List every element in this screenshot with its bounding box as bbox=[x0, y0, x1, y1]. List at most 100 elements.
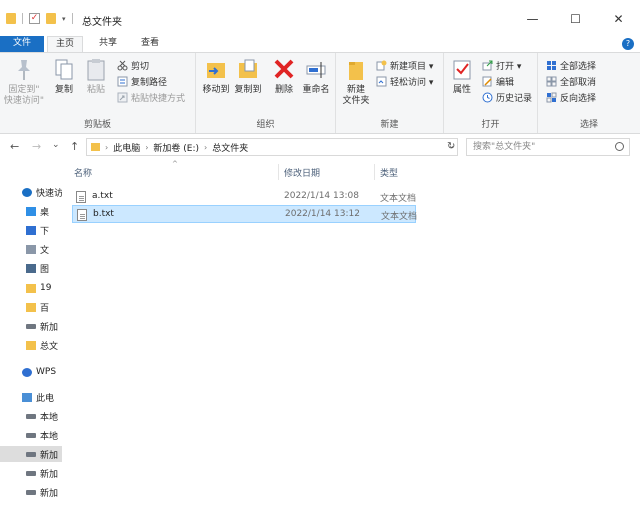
recent-locations-button[interactable]: ⌄ bbox=[52, 140, 60, 150]
pin-to-quick-access-button[interactable]: 固定到" 快速访问" bbox=[2, 57, 46, 107]
help-icon[interactable]: ? bbox=[622, 38, 634, 50]
maximize-button[interactable]: ☐ bbox=[554, 6, 597, 32]
nav-item[interactable]: 新加 bbox=[0, 465, 62, 481]
invert-selection-button[interactable]: 反向选择 bbox=[546, 90, 596, 104]
refresh-button[interactable]: ↻ bbox=[447, 141, 455, 152]
picture-icon bbox=[26, 263, 36, 273]
nav-item[interactable]: 新加 bbox=[0, 446, 62, 462]
nav-item[interactable]: 图 bbox=[0, 260, 62, 276]
nav-item[interactable]: 新加 bbox=[0, 318, 62, 334]
breadcrumb-drive-e[interactable]: 新加卷 (E:) bbox=[153, 141, 199, 154]
nav-item[interactable]: 百 bbox=[0, 299, 62, 315]
copy-icon bbox=[55, 59, 73, 80]
file-row[interactable]: a.txt 2022/1/14 13:08 文本文档 bbox=[72, 188, 416, 206]
scissors-icon bbox=[117, 60, 128, 70]
tab-share[interactable]: 共享 bbox=[90, 36, 126, 52]
drive-icon bbox=[26, 432, 36, 438]
column-separator[interactable] bbox=[374, 164, 375, 180]
window-controls: — ☐ ✕ bbox=[511, 6, 640, 32]
select-none-button[interactable]: 全部取消 bbox=[546, 74, 596, 88]
select-none-icon bbox=[546, 76, 557, 86]
properties-quick-icon[interactable]: ✓ bbox=[29, 13, 40, 24]
tab-home[interactable]: 主页 bbox=[47, 36, 83, 52]
select-all-icon bbox=[547, 60, 556, 70]
forward-button[interactable]: → bbox=[32, 140, 41, 153]
breadcrumb-folder[interactable]: 总文件夹 bbox=[212, 141, 248, 154]
nav-item-label: 下 bbox=[40, 226, 50, 237]
move-to-label: 移动到 bbox=[202, 85, 230, 95]
nav-item[interactable]: 桌 bbox=[0, 203, 62, 219]
nav-item-label: 桌 bbox=[40, 207, 50, 218]
search-input[interactable]: 搜索"总文件夹" bbox=[466, 138, 630, 156]
minimize-button[interactable]: — bbox=[511, 6, 554, 32]
nav-item[interactable]: 新加 bbox=[0, 484, 62, 500]
paste-shortcut-button[interactable]: 粘贴快捷方式 bbox=[117, 90, 185, 104]
edit-button[interactable]: 编辑 bbox=[482, 74, 514, 88]
copy-button[interactable]: 复制 bbox=[46, 57, 82, 96]
breadcrumb-this-pc[interactable]: 此电脑 bbox=[113, 141, 140, 154]
properties-button[interactable]: 属性 bbox=[444, 57, 480, 96]
copy-to-button[interactable]: 复制到 bbox=[230, 57, 266, 96]
rename-button[interactable]: 重命名 bbox=[298, 57, 334, 96]
file-date: 2022/1/14 13:08 bbox=[284, 191, 359, 201]
chevron-right-icon: › bbox=[145, 142, 149, 152]
chevron-right-icon: › bbox=[105, 142, 109, 152]
nav-item[interactable]: 快速访 bbox=[0, 184, 62, 200]
nav-item[interactable]: 本地 bbox=[0, 408, 62, 424]
file-name: a.txt bbox=[92, 191, 113, 201]
invert-selection-label: 反向选择 bbox=[560, 93, 597, 104]
nav-item[interactable]: 下 bbox=[0, 222, 62, 238]
paste-shortcut-label: 粘贴快捷方式 bbox=[131, 93, 186, 104]
rename-icon bbox=[306, 62, 326, 78]
new-item-button[interactable]: 新建项目 ▾ bbox=[376, 58, 433, 72]
new-folder-quick-icon[interactable] bbox=[46, 13, 56, 24]
back-button[interactable]: ← bbox=[10, 140, 19, 153]
tab-view[interactable]: 查看 bbox=[132, 36, 168, 52]
address-field[interactable]: › 此电脑 › 新加卷 (E:) › 总文件夹 ⌄ bbox=[86, 138, 458, 156]
paste-shortcut-icon bbox=[117, 92, 128, 102]
column-header-name[interactable]: 名称 bbox=[74, 166, 92, 179]
folder-icon bbox=[26, 302, 36, 312]
history-button[interactable]: 历史记录 bbox=[482, 90, 532, 104]
desktop-icon bbox=[26, 206, 36, 216]
nav-item[interactable]: WPS bbox=[0, 364, 62, 380]
file-row[interactable]: b.txt 2022/1/14 13:12 文本文档 bbox=[72, 205, 417, 223]
select-all-button[interactable]: 全部选择 bbox=[546, 58, 596, 72]
paste-button[interactable]: 粘贴 bbox=[78, 57, 114, 96]
nav-item-label: 19 bbox=[40, 283, 52, 293]
cut-button[interactable]: 剪切 bbox=[117, 58, 149, 72]
customize-toolbar-icon[interactable]: ▾ bbox=[62, 15, 66, 23]
move-to-button[interactable]: 移动到 bbox=[198, 57, 234, 96]
nav-item[interactable]: 19 bbox=[0, 280, 62, 296]
folder-icon bbox=[6, 13, 16, 24]
easy-access-button[interactable]: 轻松访问 ▾ bbox=[376, 74, 433, 88]
tab-file[interactable]: 文件 bbox=[0, 36, 44, 52]
nav-item-label: 新加 bbox=[40, 488, 59, 499]
rename-label: 重命名 bbox=[302, 85, 330, 95]
nav-item[interactable]: 本地 bbox=[0, 427, 62, 443]
delete-button[interactable]: 删除 bbox=[266, 57, 302, 96]
easy-access-label: 轻松访问 ▾ bbox=[390, 77, 434, 88]
up-button[interactable]: ↑ bbox=[70, 140, 79, 153]
invert-selection-icon bbox=[546, 92, 557, 102]
nav-item-label: 本地 bbox=[40, 431, 59, 442]
chevron-right-icon: › bbox=[204, 142, 208, 152]
close-button[interactable]: ✕ bbox=[597, 6, 640, 32]
column-header-date[interactable]: 修改日期 bbox=[284, 166, 320, 179]
open-button[interactable]: 打开 ▾ bbox=[482, 58, 521, 72]
new-folder-button[interactable]: 新建 文件夹 bbox=[338, 57, 374, 107]
nav-item[interactable]: 文 bbox=[0, 241, 62, 257]
clipboard-group-label: 剪贴板 bbox=[83, 120, 111, 130]
nav-item-label: 快速访 bbox=[36, 188, 62, 199]
nav-item[interactable]: 总文 bbox=[0, 337, 62, 353]
copy-path-button[interactable]: 复制路径 bbox=[117, 74, 167, 88]
paste-label: 粘贴 bbox=[86, 85, 105, 95]
column-header-type[interactable]: 类型 bbox=[380, 166, 398, 179]
file-name: b.txt bbox=[93, 209, 114, 219]
select-none-label: 全部取消 bbox=[560, 77, 597, 88]
ribbon: 固定到" 快速访问" 复制 粘贴 剪切 复制路径 粘贴快捷方式 剪贴板 移动到 bbox=[0, 52, 640, 134]
column-separator[interactable] bbox=[278, 164, 279, 180]
navigation-pane[interactable]: 快速访桌下文图 19 百新加 总文 WPS 此电 本地 本地 新加 新加 新加 bbox=[0, 160, 62, 510]
nav-item[interactable]: 此电 bbox=[0, 389, 62, 405]
copy-to-icon bbox=[239, 59, 257, 78]
